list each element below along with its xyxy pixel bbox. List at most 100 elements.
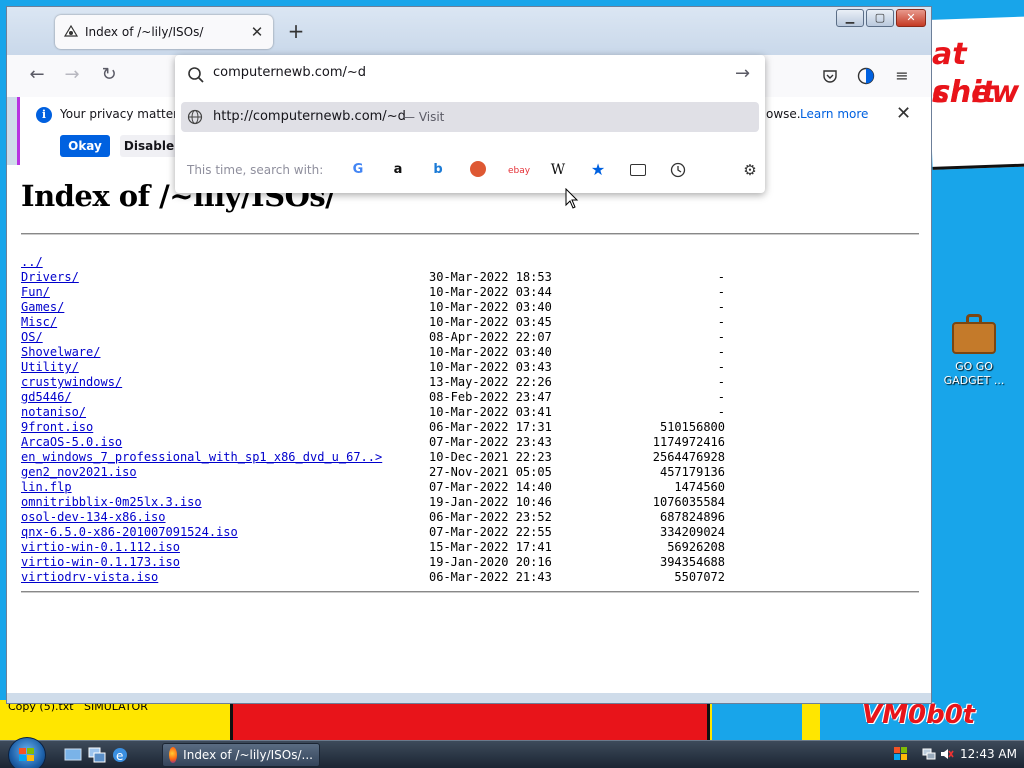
forward-button[interactable]: →	[60, 65, 84, 87]
wikipedia-icon[interactable]: W	[549, 161, 567, 179]
listing-link[interactable]: Fun/	[21, 285, 50, 299]
listing-date: 10-Mar-2022 03:41	[429, 405, 552, 419]
listing-link[interactable]: notaniso/	[21, 405, 86, 419]
minimize-button[interactable]: ▁	[836, 9, 864, 27]
bookmarks-star-icon[interactable]: ★	[589, 161, 607, 179]
ebay-icon[interactable]: ebay	[507, 161, 531, 179]
okay-button[interactable]: Okay	[60, 135, 110, 157]
search-settings-gear-icon[interactable]: ⚙	[741, 161, 759, 179]
switch-windows-icon[interactable]	[88, 746, 106, 764]
url-suggestion[interactable]: http://computernewb.com/~d — Visit	[181, 102, 759, 132]
listing-date: 07-Mar-2022 14:40	[429, 480, 552, 494]
listing-size: 394354688	[659, 555, 725, 569]
learn-more-link[interactable]: Learn more	[800, 107, 868, 121]
pocket-icon[interactable]	[819, 65, 841, 87]
listing-link[interactable]: virtio-win-0.1.112.iso	[21, 540, 180, 554]
listing-date: 07-Mar-2022 23:43	[429, 435, 552, 449]
wallpaper-logo: VM0b0t	[862, 700, 976, 730]
listing-link[interactable]: OS/	[21, 330, 43, 344]
tab-close-icon[interactable]: ✕	[249, 23, 265, 41]
taskbar-clock[interactable]: 12:43 AM	[960, 747, 1017, 761]
volume-muted-icon[interactable]	[940, 747, 954, 761]
internet-explorer-icon[interactable]: e	[111, 746, 129, 764]
listing-link[interactable]: ../	[21, 255, 43, 269]
desktop-icon-label: GO GO GADGET ...	[943, 360, 1005, 387]
taskbar-firefox-button[interactable]: Index of /~lily/ISOs/...	[162, 743, 320, 767]
search-engine-row: This time, search with: G a b ebay W ★ ⚙	[175, 149, 765, 193]
desktop-icon-go-go-gadget[interactable]: GO GO GADGET ...	[936, 314, 1012, 388]
info-icon: i	[36, 107, 52, 123]
listing-link[interactable]: lin.flp	[21, 480, 72, 494]
listing-link[interactable]: omnitribblix-0m25lx.3.iso	[21, 495, 202, 509]
new-tab-button[interactable]: +	[285, 21, 307, 43]
listing-link[interactable]: crustywindows/	[21, 375, 122, 389]
listing-size: 1076035584	[652, 495, 725, 509]
listing-date: 13-May-2022 22:26	[429, 375, 552, 389]
listing-size: -	[717, 285, 725, 299]
google-icon[interactable]: G	[349, 161, 367, 179]
listing-size: -	[717, 345, 725, 359]
listing-link[interactable]: virtiodrv-vista.iso	[21, 570, 158, 584]
listing-link[interactable]: Shovelware/	[21, 345, 100, 359]
listing-date: 10-Mar-2022 03:40	[429, 345, 552, 359]
go-arrow-icon[interactable]: →	[735, 63, 750, 84]
search-with-label: This time, search with:	[187, 163, 324, 177]
suggestion-url: http://computernewb.com/~d	[213, 109, 406, 124]
listing-size: -	[717, 330, 725, 344]
listing-link[interactable]: virtio-win-0.1.173.iso	[21, 555, 180, 569]
tab-title: Index of /~lily/ISOs/	[85, 25, 204, 39]
globe-icon	[187, 109, 203, 125]
url-dropdown: computernewb.com/~d → http://computernew…	[175, 55, 765, 193]
system-tray: 12:43 AM	[878, 741, 1024, 768]
account-icon[interactable]	[855, 65, 877, 87]
listing-link[interactable]: osol-dev-134-x86.iso	[21, 510, 166, 524]
listing-link[interactable]: Drivers/	[21, 270, 79, 284]
duckduckgo-icon[interactable]	[469, 161, 487, 179]
listing-link[interactable]: ArcaOS-5.0.iso	[21, 435, 122, 449]
address-input[interactable]: computernewb.com/~d	[213, 65, 366, 80]
windows-flag-tray-icon[interactable]	[894, 747, 908, 761]
listing-size: 1474560	[674, 480, 725, 494]
taskbar-firefox-label: Index of /~lily/ISOs/...	[183, 748, 313, 762]
listing-link[interactable]: en_windows_7_professional_with_sp1_x86_d…	[21, 450, 382, 464]
maximize-button[interactable]: ▢	[866, 9, 894, 27]
suggestion-action: — Visit	[403, 110, 445, 124]
network-icon[interactable]	[922, 747, 936, 761]
listing-link[interactable]: 9front.iso	[21, 420, 93, 434]
taskbar: e Index of /~lily/ISOs/... 12:43 AM	[0, 737, 1024, 768]
listing-link[interactable]: qnx-6.5.0-x86-201007091524.iso	[21, 525, 238, 539]
disable-button[interactable]: Disable	[120, 135, 178, 157]
title-bar: Index of /~lily/ISOs/ ✕ + ▁ ▢ ✕	[7, 7, 931, 55]
listing-date: 07-Mar-2022 22:55	[429, 525, 552, 539]
bing-icon[interactable]: b	[429, 161, 447, 179]
listing-size: 510156800	[659, 420, 725, 434]
tabs-icon[interactable]	[629, 161, 647, 179]
listing-size: 5507072	[674, 570, 725, 584]
listing-date: 10-Dec-2021 22:23	[429, 450, 552, 464]
start-button[interactable]	[8, 737, 46, 768]
listing-size: 1174972416	[652, 435, 725, 449]
window-close-button[interactable]: ✕	[896, 9, 926, 27]
menu-icon[interactable]: ≡	[891, 65, 913, 87]
tab-active[interactable]: Index of /~lily/ISOs/ ✕	[55, 15, 273, 49]
show-desktop-icon[interactable]	[64, 746, 82, 764]
listing-date: 19-Jan-2020 20:16	[429, 555, 552, 569]
listing-date: 08-Feb-2022 23:47	[429, 390, 552, 404]
listing-date: 10-Mar-2022 03:43	[429, 360, 552, 374]
listing-size: 457179136	[659, 465, 725, 479]
listing-link[interactable]: Utility/	[21, 360, 79, 374]
mouse-cursor-icon	[565, 188, 579, 209]
briefcase-icon	[952, 314, 996, 354]
notification-close-icon[interactable]: ✕	[896, 103, 911, 124]
listing-link[interactable]: gd5446/	[21, 390, 72, 404]
listing-link[interactable]: Games/	[21, 300, 64, 314]
listing-link[interactable]: gen2_nov2021.iso	[21, 465, 137, 479]
listing-size: -	[717, 315, 725, 329]
listing-date: 30-Mar-2022 18:53	[429, 270, 552, 284]
back-button[interactable]: ←	[25, 65, 49, 87]
listing-size: -	[717, 360, 725, 374]
history-clock-icon[interactable]	[669, 161, 687, 179]
amazon-icon[interactable]: a	[389, 161, 407, 179]
listing-link[interactable]: Misc/	[21, 315, 57, 329]
reload-button[interactable]: ↻	[97, 65, 121, 87]
